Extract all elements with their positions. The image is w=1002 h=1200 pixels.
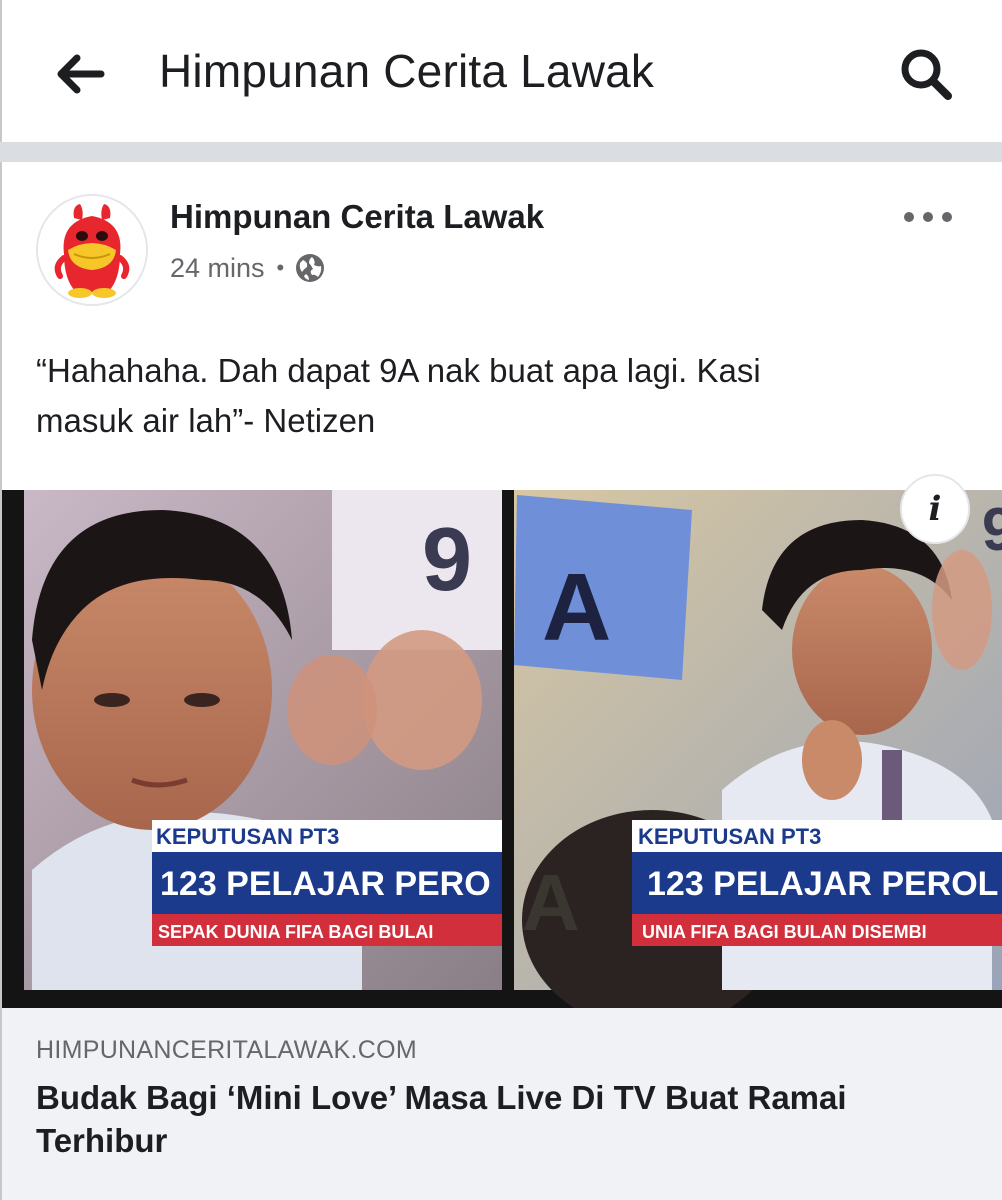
post-message: “Hahahaha. Dah dapat 9A nak buat apa lag… bbox=[36, 352, 761, 439]
post-meta: 24 mins • bbox=[170, 252, 326, 284]
post-media[interactable]: 9 KEPUTUSAN PT3 123 PELAJAR PERO SEPAK D… bbox=[2, 490, 1002, 1008]
left-sign-text: 9 bbox=[422, 510, 472, 610]
left-banner-tag: KEPUTUSAN PT3 bbox=[156, 824, 339, 849]
post-options-button[interactable] bbox=[900, 202, 956, 232]
video-thumbnail: 9 KEPUTUSAN PT3 123 PELAJAR PERO SEPAK D… bbox=[2, 490, 1002, 1008]
back-button[interactable] bbox=[50, 46, 110, 102]
post-card: Himpunan Cerita Lawak 24 mins • “Hahahah… bbox=[0, 162, 1002, 1200]
right-banner-ticker: UNIA FIFA BAGI BULAN DISEMBI bbox=[642, 922, 927, 942]
search-button[interactable] bbox=[892, 42, 960, 108]
section-divider bbox=[0, 142, 1002, 162]
right-banner-headline: 123 PELAJAR PEROL bbox=[647, 865, 998, 903]
right-sign-text: A bbox=[542, 554, 611, 661]
left-banner-ticker: SEPAK DUNIA FIFA BAGI BULAI bbox=[158, 922, 433, 942]
mascot-logo-icon bbox=[38, 196, 146, 304]
more-dot bbox=[942, 212, 952, 222]
right-sign-text-top: 9 bbox=[982, 496, 1002, 563]
right-sign-text-bottom: A bbox=[522, 858, 580, 947]
search-icon bbox=[901, 49, 952, 100]
more-horizontal-icon bbox=[904, 212, 914, 222]
right-banner-tag: KEPUTUSAN PT3 bbox=[638, 824, 821, 849]
page-title: Himpunan Cerita Lawak bbox=[159, 45, 655, 97]
info-icon: i bbox=[928, 489, 942, 529]
globe-icon bbox=[296, 254, 325, 282]
left-banner-headline: 123 PELAJAR PERO bbox=[160, 865, 491, 903]
link-title: Budak Bagi ‘Mini Love’ Masa Live Di TV B… bbox=[36, 1079, 847, 1159]
more-dot bbox=[923, 212, 933, 222]
meta-separator: • bbox=[276, 255, 285, 280]
link-preview[interactable]: HIMPUNANCERITALAWAK.COM Budak Bagi ‘Mini… bbox=[2, 1008, 1002, 1200]
link-domain: HIMPUNANCERITALAWAK.COM bbox=[36, 1036, 417, 1064]
page-avatar[interactable] bbox=[36, 194, 148, 306]
post-author-name[interactable]: Himpunan Cerita Lawak bbox=[170, 198, 544, 236]
top-bar: Himpunan Cerita Lawak bbox=[0, 0, 1002, 142]
arrow-left-icon bbox=[57, 54, 105, 94]
info-button[interactable]: i bbox=[900, 474, 970, 544]
post-timestamp[interactable]: 24 mins bbox=[170, 253, 265, 284]
